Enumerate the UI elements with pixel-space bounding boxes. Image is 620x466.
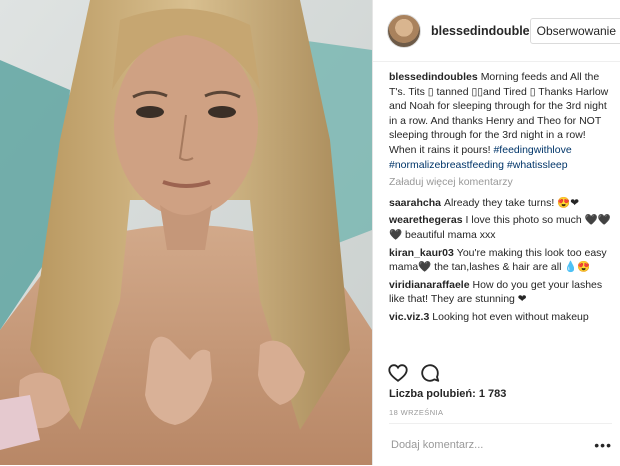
list-item: kiran_kaur03 You're making this look too …: [389, 246, 612, 275]
comment-bubble-icon[interactable]: [419, 362, 441, 384]
post-photo: [0, 0, 372, 465]
list-item: viridianaraffaele How do you get your las…: [389, 278, 612, 307]
post-date[interactable]: 18 WRZEŚNIA: [389, 408, 443, 417]
comment-username[interactable]: vic.viz.3: [389, 311, 429, 323]
post-header: blessedindouble Obserwowanie: [373, 0, 620, 62]
caption-comment: blessedindoubles Morning feeds and All th…: [389, 70, 612, 172]
add-comment-input[interactable]: [389, 438, 573, 452]
list-item: saarahcha Already they take turns! 😍❤: [389, 196, 612, 211]
more-options-icon[interactable]: •••: [594, 437, 612, 453]
comment-username[interactable]: viridianaraffaele: [389, 279, 470, 291]
post-actions: [387, 360, 612, 386]
comment-username[interactable]: wearethegeras: [389, 214, 463, 226]
post-image: [0, 0, 372, 465]
comment-username[interactable]: saarahcha: [389, 197, 441, 209]
add-comment-bar: •••: [389, 423, 612, 466]
comment-username[interactable]: blessedindoubles: [389, 71, 478, 83]
comment-bubble-icon-graphic: [421, 364, 440, 382]
heart-icon[interactable]: [387, 362, 409, 384]
heart-icon-graphic: [388, 364, 408, 382]
post-username[interactable]: blessedindouble: [431, 24, 530, 38]
following-button[interactable]: Obserwowanie: [529, 17, 620, 44]
post-side-panel: blessedindouble Obserwowanie blessedindo…: [372, 0, 620, 465]
likes-count[interactable]: Liczba polubień: 1 783: [389, 388, 506, 400]
comment-text: Already they take turns! 😍❤: [443, 196, 580, 209]
load-more-comments-link[interactable]: Załaduj więcej komentarzy: [389, 175, 612, 190]
list-item: wearethegeras I love this photo so much 🖤…: [389, 213, 612, 242]
list-item: vic.viz.3 Looking hot even without makeup: [389, 310, 612, 325]
comments-list: blessedindoubles Morning feeds and All th…: [389, 70, 612, 353]
avatar[interactable]: [387, 13, 421, 48]
comment-text: Looking hot even without makeup: [432, 310, 589, 323]
comment-username[interactable]: kiran_kaur03: [389, 247, 454, 259]
